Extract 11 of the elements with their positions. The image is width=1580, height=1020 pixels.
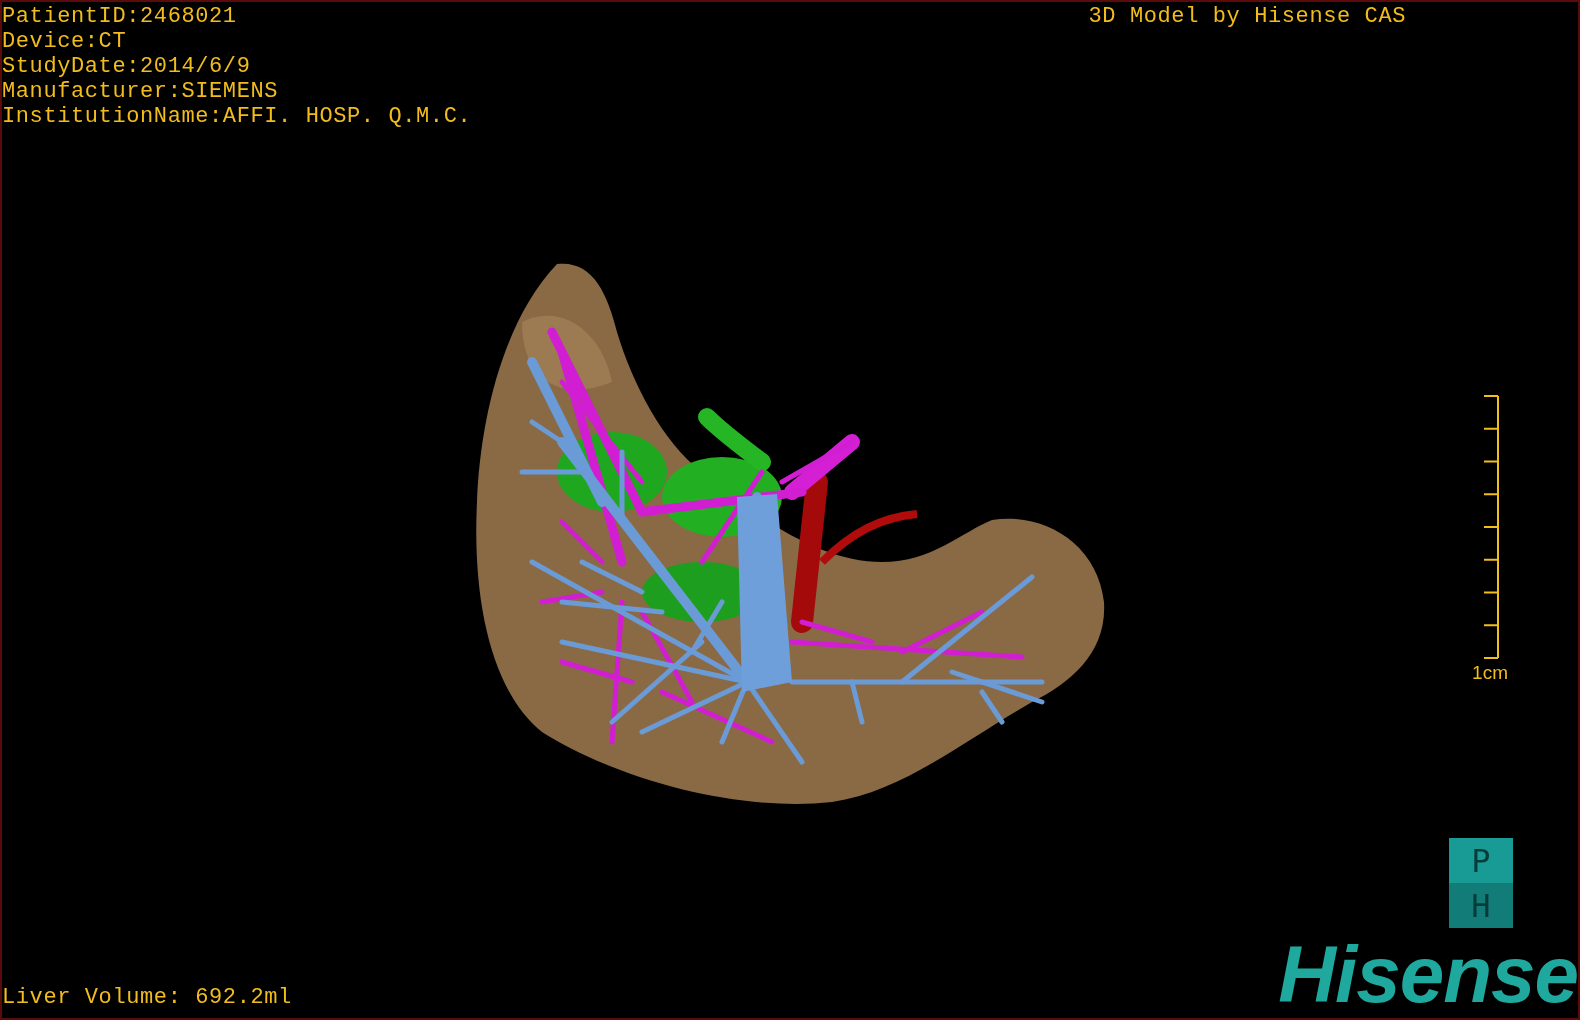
patient-info-text: StudyDate:2014/6/9 [2,54,252,79]
patient-info-text: Manufacturer:SIEMENS [2,79,280,104]
patient-info-text: PatientID:2468021 [2,4,238,29]
logo-badge-top: P [1449,838,1513,883]
model-title: 3D Model by Hisense CAS [1088,4,1406,29]
logo-wordmark: Hisense [1278,940,1578,1010]
liver-volume-text: Liver Volume: 692.2ml [2,985,292,1010]
patient-info-text: Device:CT [2,29,128,54]
logo-badge-bottom: H [1449,883,1513,928]
scale-label: 1cm [1472,662,1508,684]
patient-info-text: InstitutionName:AFFI. HOSP. Q.M.C. [2,104,472,129]
